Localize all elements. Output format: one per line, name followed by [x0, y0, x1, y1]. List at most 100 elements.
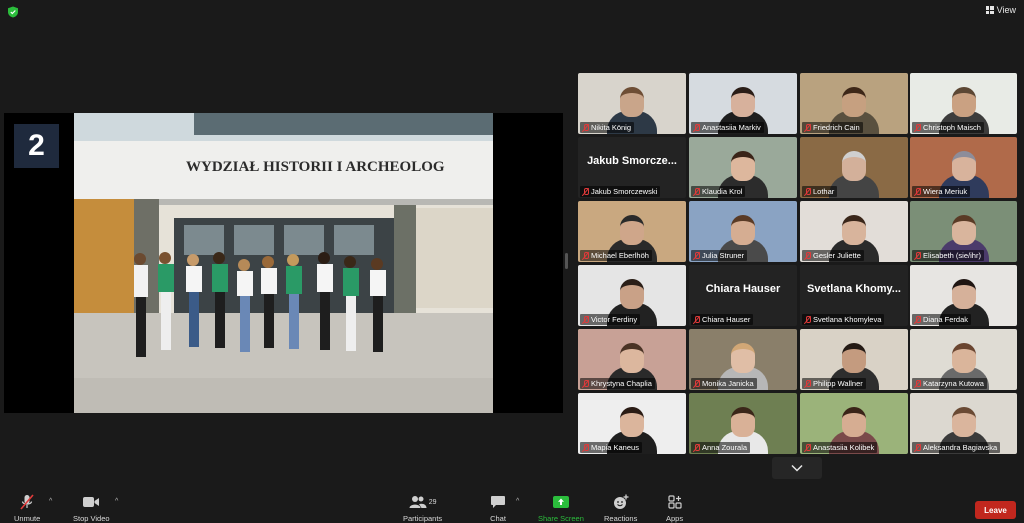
participant-name-tag: Nikita König: [580, 122, 635, 133]
participant-tile[interactable]: Mapia Kaneus: [578, 393, 686, 454]
apps-button[interactable]: Apps: [666, 494, 683, 523]
participant-tile[interactable]: Diana Ferdak: [910, 265, 1017, 326]
participant-tile[interactable]: Khrystyna Chaplia: [578, 329, 686, 390]
video-options-caret[interactable]: ^: [115, 498, 118, 505]
participant-tile[interactable]: Elisabeth (sie/ihr): [910, 201, 1017, 262]
participant-name-tag: Philipp Wallner: [802, 378, 866, 389]
participant-name: Wiera Meriuk: [923, 187, 968, 196]
participant-tile[interactable]: Jakub Smorcze... Jakub Smorczewski: [578, 137, 686, 198]
apps-icon: [667, 495, 682, 509]
microphone-muted-icon: [693, 443, 700, 452]
participant-name: Svetlana Khomyleva: [813, 315, 882, 324]
participant-face: [620, 279, 644, 309]
participant-name-tag: Michael Eberlhöh: [580, 250, 652, 261]
stop-video-label: Stop Video: [73, 514, 110, 523]
participant-tile[interactable]: Anna Zourala: [689, 393, 797, 454]
participant-name-tag: Monika Janicka: [691, 378, 757, 389]
panel-splitter-handle[interactable]: [565, 253, 568, 269]
participant-tile[interactable]: Anastasiia Kolibek: [800, 393, 908, 454]
participant-name-tag: Lothar: [802, 186, 838, 197]
participant-name: Khrystyna Chaplia: [591, 379, 652, 388]
view-button[interactable]: View: [985, 5, 1016, 15]
participant-face: [731, 215, 755, 245]
participant-tile[interactable]: Aleksandra Bagiavska: [910, 393, 1017, 454]
participant-face: [731, 343, 755, 373]
participant-tile[interactable]: Svetlana Khomy... Svetlana Khomyleva: [800, 265, 908, 326]
participant-tile[interactable]: Michael Eberlhöh: [578, 201, 686, 262]
participant-face: [620, 87, 644, 117]
participant-name-tag: Chiara Hauser: [691, 314, 754, 325]
leave-button[interactable]: Leave: [975, 501, 1016, 519]
participant-tile[interactable]: Philipp Wallner: [800, 329, 908, 390]
chat-button[interactable]: Chat: [490, 494, 506, 523]
participant-tile[interactable]: Chiara Hauser Chiara Hauser: [689, 265, 797, 326]
participant-display-name: Jakub Smorcze...: [587, 155, 677, 167]
microphone-muted-icon: [20, 494, 34, 510]
unmute-button[interactable]: Unmute: [14, 494, 40, 523]
participant-face: [951, 407, 976, 437]
video-camera-icon: [83, 497, 100, 507]
microphone-muted-icon: [804, 315, 811, 324]
participant-face: [842, 407, 866, 437]
participant-name: Lothar: [813, 187, 835, 196]
chat-label: Chat: [490, 514, 506, 523]
participant-tile[interactable]: Wiera Meriuk: [910, 137, 1017, 198]
microphone-muted-icon: [804, 251, 811, 260]
participant-name: Klaudia Krol: [702, 187, 743, 196]
microphone-muted-icon: [693, 379, 700, 388]
participant-name: Gesler Juliette: [813, 251, 861, 260]
participant-name: Anastasiia Kolibek: [813, 443, 875, 452]
microphone-muted-icon: [582, 187, 589, 196]
participant-display-name: Svetlana Khomy...: [807, 283, 901, 295]
participant-name: Diana Ferdak: [923, 315, 969, 324]
microphone-muted-icon: [804, 443, 811, 452]
participant-tile[interactable]: Klaudia Krol: [689, 137, 797, 198]
microphone-muted-icon: [914, 315, 921, 324]
microphone-muted-icon: [914, 443, 921, 452]
unmute-label: Unmute: [14, 514, 41, 523]
participant-face: [951, 343, 976, 373]
participants-label: Participants: [403, 514, 443, 523]
participant-name: Jakub Smorczewski: [591, 187, 658, 196]
reactions-emoji-icon: [613, 494, 629, 509]
participant-tile[interactable]: Monika Janicka: [689, 329, 797, 390]
view-grid-icon: [985, 6, 994, 14]
stop-video-button[interactable]: Stop Video: [73, 494, 110, 523]
microphone-muted-icon: [914, 379, 921, 388]
participant-tile[interactable]: Lothar: [800, 137, 908, 198]
participant-tile[interactable]: Christoph Maisch: [910, 73, 1017, 134]
participant-tile[interactable]: Anastasiia Markiv: [689, 73, 797, 134]
participant-name: Anastasiia Markiv: [702, 123, 761, 132]
audio-options-caret[interactable]: ^: [49, 498, 52, 505]
share-screen-label: Share Screen: [538, 514, 584, 523]
participant-name: Julia Struner: [702, 251, 745, 260]
participant-tile[interactable]: Gesler Juliette: [800, 201, 908, 262]
shared-screen[interactable]: 2 WYDZIAŁ HISTORII I ARCHEOLOG: [4, 113, 563, 413]
participants-button[interactable]: 29 Participants: [403, 494, 442, 523]
participant-name: Katarzyna Kutowa: [923, 379, 984, 388]
share-screen-button[interactable]: Share Screen: [538, 494, 584, 523]
participant-name-tag: Victor Ferdiny: [580, 314, 641, 325]
participant-face: [620, 215, 644, 245]
participant-name: Christoph Maisch: [923, 123, 981, 132]
participant-name-tag: Wiera Meriuk: [912, 186, 971, 197]
reactions-button[interactable]: Reactions: [604, 494, 637, 523]
microphone-muted-icon: [693, 123, 700, 132]
participant-tile[interactable]: Julia Struner: [689, 201, 797, 262]
participant-name: Aleksandra Bagiavska: [923, 443, 998, 452]
participants-icon: [409, 496, 427, 508]
chat-options-caret[interactable]: ^: [516, 498, 519, 505]
meeting-toolbar: Unmute ^ Stop Video ^ 29 Participants Ch…: [0, 490, 1024, 523]
microphone-muted-icon: [582, 443, 589, 452]
microphone-muted-icon: [804, 379, 811, 388]
participant-tile[interactable]: Victor Ferdiny: [578, 265, 686, 326]
participant-face: [620, 343, 644, 373]
participant-name-tag: Jakub Smorczewski: [580, 186, 661, 197]
security-shield-icon[interactable]: [7, 6, 19, 18]
participant-tile[interactable]: Katarzyna Kutowa: [910, 329, 1017, 390]
participant-tile[interactable]: Friedrich Cain: [800, 73, 908, 134]
microphone-muted-icon: [914, 187, 921, 196]
gallery-next-page-button[interactable]: [772, 457, 822, 479]
participant-tile[interactable]: Nikita König: [578, 73, 686, 134]
participant-name-tag: Julia Struner: [691, 250, 748, 261]
